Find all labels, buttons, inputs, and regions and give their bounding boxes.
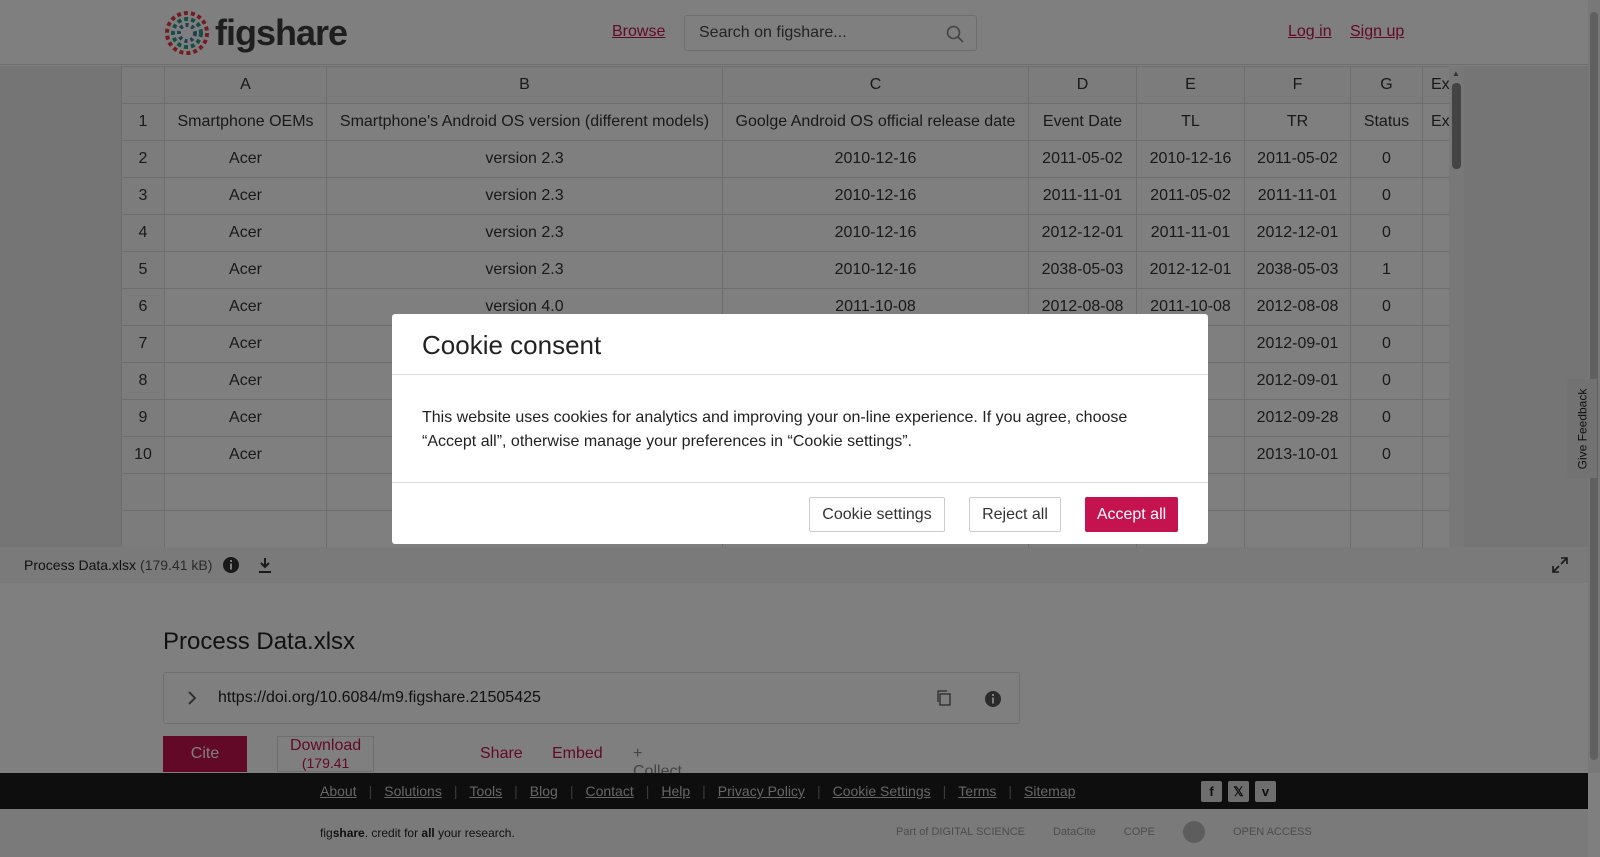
cookie-settings-button[interactable]: Cookie settings xyxy=(809,497,945,532)
cookie-body: This website uses cookies for analytics … xyxy=(422,409,1128,450)
cookie-title: Cookie consent xyxy=(422,330,602,360)
divider xyxy=(392,482,1208,483)
accept-all-button[interactable]: Accept all xyxy=(1085,497,1178,532)
reject-all-button[interactable]: Reject all xyxy=(969,497,1061,532)
cookie-consent-dialog: Cookie consent This website uses cookies… xyxy=(392,314,1208,544)
divider xyxy=(392,374,1208,375)
